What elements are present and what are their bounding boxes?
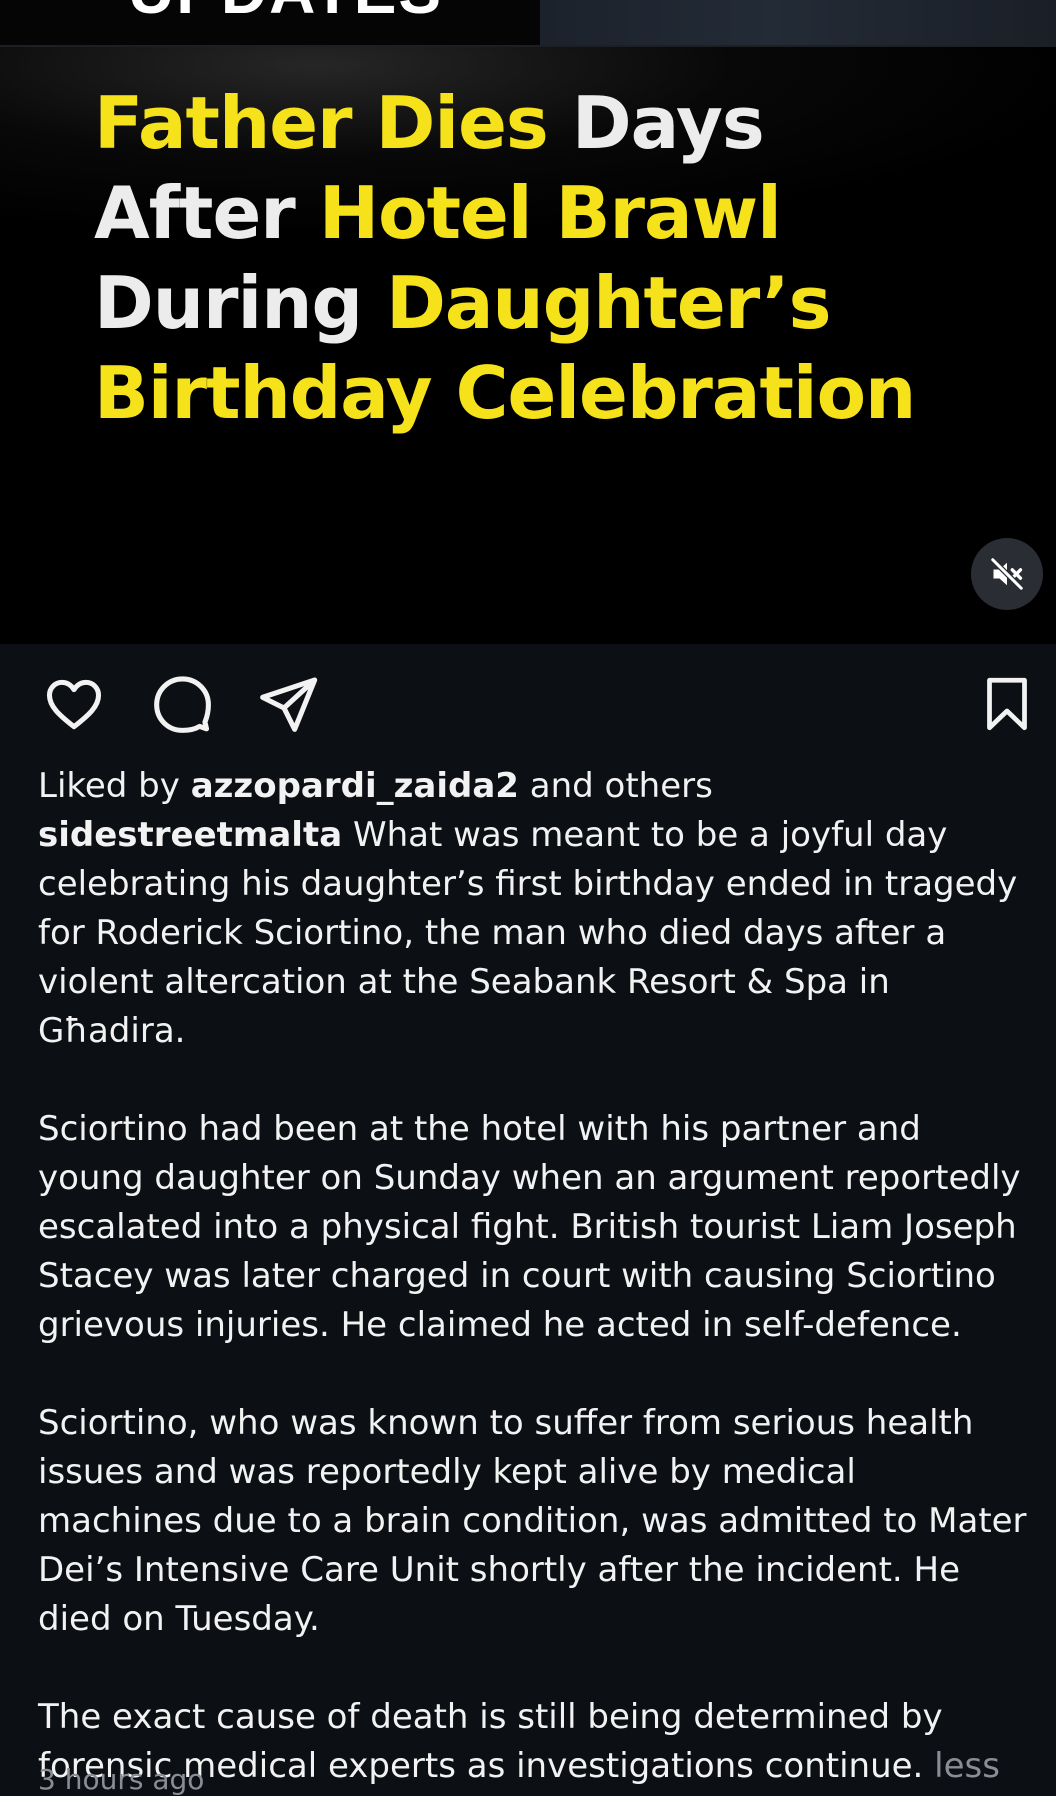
comment-icon xyxy=(154,676,211,733)
headline-line-1: Father Dies Days xyxy=(94,78,1034,168)
headline-segment: After xyxy=(94,171,319,255)
comment-button[interactable] xyxy=(146,666,218,742)
video-background-strip xyxy=(540,0,1056,45)
post-text: Liked by azzopardi_zaida2 and others sid… xyxy=(38,762,1028,1791)
likes-prefix: Liked by xyxy=(38,766,191,806)
headline-segment: Days xyxy=(571,81,765,165)
headline-segment: Father Dies xyxy=(94,81,572,165)
headline-segment: Daughter’s xyxy=(386,261,831,345)
heart-icon xyxy=(46,679,102,730)
headline-line-3: During Daughter’s xyxy=(94,258,1034,348)
cut-label-area: UPDATES xyxy=(0,0,540,45)
save-button[interactable] xyxy=(971,666,1043,742)
paper-plane-icon xyxy=(260,677,318,732)
cut-off-label: UPDATES xyxy=(128,0,443,28)
headline-segment: During xyxy=(94,261,387,345)
video-top-band: UPDATES xyxy=(0,0,1056,45)
video-headline: Father Dies Days After Hotel Brawl Durin… xyxy=(94,78,1034,438)
caption-paragraph-3: Sciortino, who was known to suffer from … xyxy=(38,1403,1027,1639)
post-screen: UPDATES Father Dies Days After Hotel Bra… xyxy=(0,0,1056,1796)
caption-paragraph-1: sidestreetmalta What was meant to be a j… xyxy=(38,811,1028,1056)
speaker-muted-icon xyxy=(990,557,1024,591)
share-button[interactable] xyxy=(252,666,324,742)
headline-segment: Birthday Celebration xyxy=(94,351,916,435)
post-timestamp: 3 hours ago xyxy=(38,1763,205,1796)
post-video[interactable]: UPDATES Father Dies Days After Hotel Bra… xyxy=(0,0,1056,644)
action-bar xyxy=(0,666,1056,742)
caption-paragraph-2: Sciortino had been at the hotel with his… xyxy=(38,1109,1021,1345)
likes-suffix[interactable]: and others xyxy=(519,766,713,806)
headline-segment: Hotel Brawl xyxy=(318,171,782,255)
liker-username[interactable]: azzopardi_zaida2 xyxy=(191,766,519,806)
caption: sidestreetmalta What was meant to be a j… xyxy=(38,811,1028,1791)
caption-username[interactable]: sidestreetmalta xyxy=(38,815,342,855)
mute-button[interactable] xyxy=(971,538,1043,610)
likes-summary[interactable]: Liked by azzopardi_zaida2 and others xyxy=(38,762,1028,811)
headline-line-4: Birthday Celebration xyxy=(94,348,1034,438)
headline-line-2: After Hotel Brawl xyxy=(94,168,1034,258)
bookmark-icon xyxy=(987,677,1027,731)
like-button[interactable] xyxy=(38,666,110,742)
less-link[interactable]: less xyxy=(934,1746,1000,1786)
